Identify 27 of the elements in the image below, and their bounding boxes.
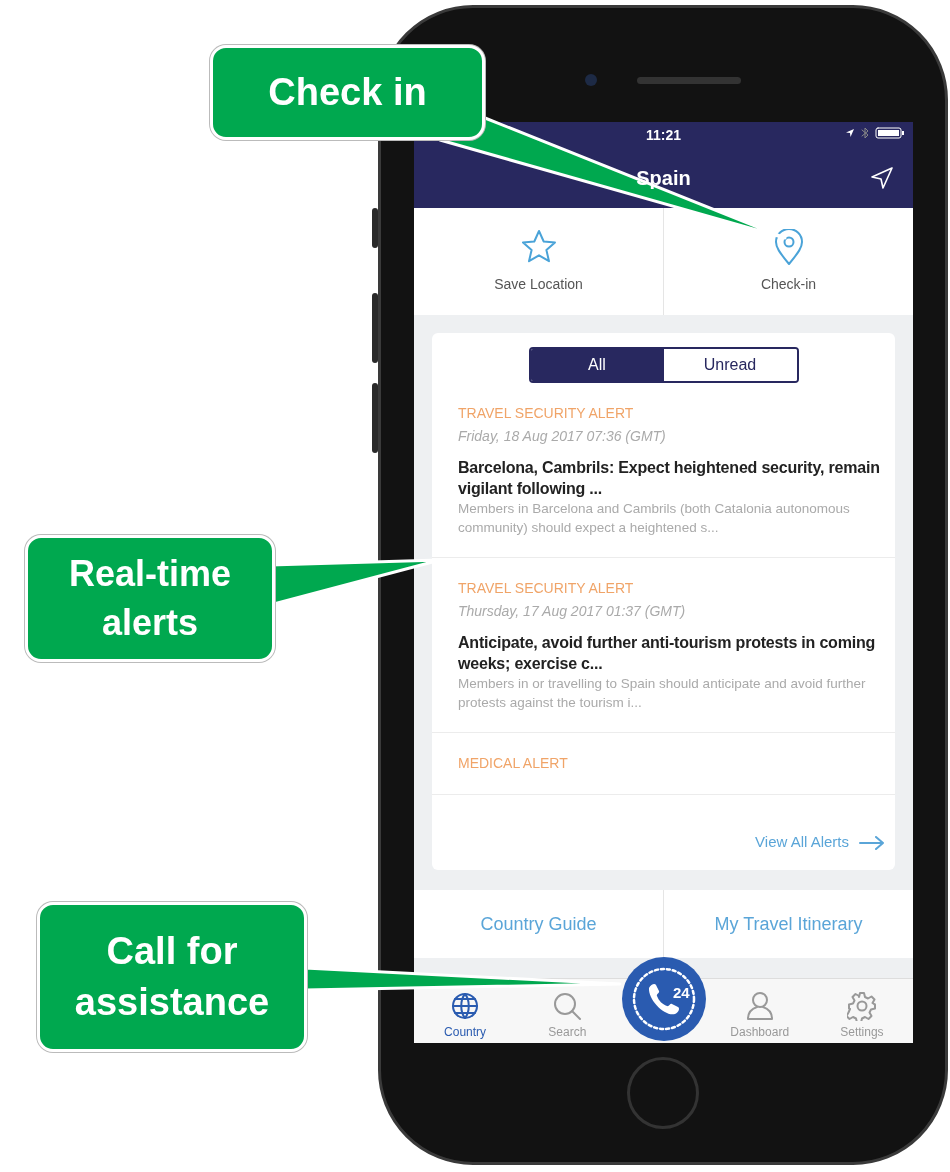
- person-icon: [744, 991, 775, 1021]
- alert-category: MEDICAL ALERT: [458, 754, 569, 773]
- search-icon: [552, 991, 583, 1021]
- callout: Check in: [210, 45, 485, 140]
- alert-title[interactable]: Anticipate, avoid further anti-tourism protests in coming weeks; exercise c...: [458, 632, 885, 674]
- screen-title: Spain: [636, 166, 691, 191]
- bluetooth-icon: [861, 127, 869, 139]
- globe-icon: [450, 991, 481, 1021]
- alert-summary: Members in Barcelona and Cambrils (both Catalonia autonomous community) should expect a heightened s...: [458, 500, 851, 537]
- location-arrow-icon: [845, 128, 855, 138]
- save-location-button[interactable]: Save Location: [414, 208, 663, 315]
- call-assistance-button[interactable]: 24: [621, 957, 706, 1041]
- status-time: 11:21: [645, 125, 681, 145]
- camera-icon: [585, 74, 597, 86]
- alert-summary: Members in or travelling to Spain should anticipate and avoid further protests against the tourism i...: [458, 675, 867, 712]
- alert-date: Thursday, 17 Aug 2017 01:37 (GMT): [458, 602, 687, 621]
- filter-tab[interactable]: All: [530, 349, 664, 381]
- navigate-icon[interactable]: [871, 167, 893, 189]
- settings-icon: [846, 991, 877, 1021]
- callout: Real-time alerts: [25, 535, 275, 662]
- battery-icon: [875, 127, 905, 139]
- alert-date: Friday, 18 Aug 2017 07:36 (GMT): [458, 427, 667, 446]
- alert-category: TRAVEL SECURITY ALERT: [458, 404, 635, 423]
- alert-title[interactable]: Barcelona, Cambrils: Expect heightened security, remain vigilant following ...: [458, 457, 885, 499]
- alert-category: TRAVEL SECURITY ALERT: [458, 579, 635, 598]
- arrow-right-icon: [859, 835, 885, 850]
- callout: Call for assistance: [37, 902, 307, 1052]
